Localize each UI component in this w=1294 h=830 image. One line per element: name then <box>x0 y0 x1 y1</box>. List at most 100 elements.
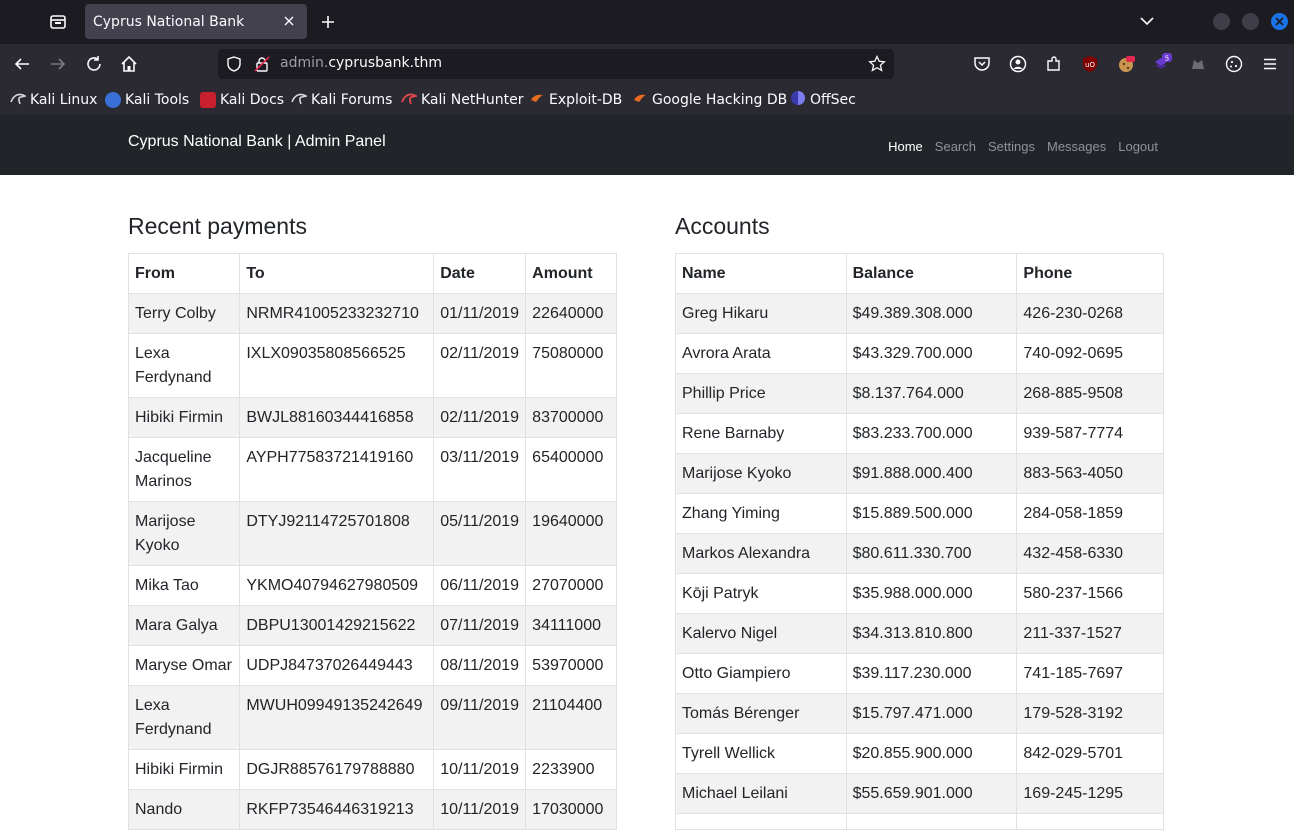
reload-icon[interactable] <box>82 52 106 76</box>
pocket-icon[interactable] <box>970 52 994 76</box>
close-icon[interactable] <box>279 11 299 31</box>
shield-icon[interactable] <box>226 56 242 76</box>
ublock-icon[interactable]: uO <box>1078 52 1102 76</box>
table-row: Otto Giampiero $39.117.230.000 741-185-769… <box>675 653 1164 694</box>
bookmark-label: Kali Tools <box>125 92 190 108</box>
table-cell: 740-092-0695 <box>1016 333 1164 374</box>
hacktools-icon[interactable]: 5 <box>1150 52 1174 76</box>
star-icon[interactable] <box>868 54 886 77</box>
minimize-button[interactable] <box>1213 13 1230 30</box>
bookmark-kali-linux[interactable]: Kali Linux <box>10 91 97 109</box>
table-cell: 169-245-1295 <box>1016 773 1164 814</box>
table-header-row: Name Balance Phone <box>675 253 1164 294</box>
bookmark-offsec[interactable]: OffSec <box>790 91 856 109</box>
table-row: Rene Barnaby $83.233.700.000 939-587-7774 <box>675 413 1164 454</box>
bookmark-google-hacking-db[interactable]: Google Hacking DB <box>632 91 787 109</box>
table-cell: $35.988.000.000 <box>845 573 1018 614</box>
nav-messages[interactable]: Messages <box>1047 139 1106 154</box>
firefox-view-icon[interactable] <box>46 10 70 34</box>
table-cell: Marijose Kyoko <box>127 501 241 566</box>
table-cell: Markos Alexandra <box>675 533 847 574</box>
table-row: Nando RKFP73546446319213 10/11/2019 1703000… <box>127 789 617 830</box>
table-cell: 284-058-1859 <box>1016 493 1164 534</box>
exploit-db-icon <box>529 90 545 110</box>
table-cell: 211-337-1527 <box>1016 613 1164 654</box>
table-row: Hibiki Firmin BWJL88160344416858 02/11/201… <box>127 397 617 438</box>
nav-home[interactable]: Home <box>888 139 923 154</box>
table-cell: Terry Colby <box>127 293 241 334</box>
nav-logout[interactable]: Logout <box>1118 139 1158 154</box>
table-cell: 02/11/2019 <box>433 397 527 438</box>
tab-active[interactable]: Cyprus National Bank <box>85 4 307 39</box>
table-cell <box>675 813 847 830</box>
table-cell: Tomás Bérenger <box>675 693 847 734</box>
lock-icon[interactable] <box>254 56 270 76</box>
table-cell: AYPH77583721419160 <box>239 437 435 502</box>
table-cell: YKMO40794627980509 <box>239 565 435 606</box>
forward-arrow-icon[interactable] <box>46 52 70 76</box>
bookmarks-toolbar: Kali Linux Kali Tools Kali Docs Kali For… <box>0 84 1294 115</box>
back-arrow-icon[interactable] <box>10 52 34 76</box>
table-row: Greg Hikaru $49.389.308.000 426-230-0268 <box>675 293 1164 334</box>
home-icon[interactable] <box>117 52 141 76</box>
bookmark-label: OffSec <box>810 92 856 108</box>
table-cell: 83700000 <box>525 397 617 438</box>
table-cell: 580-237-1566 <box>1016 573 1164 614</box>
table-row: Mika Tao YKMO40794627980509 06/11/2019 2707… <box>127 565 617 606</box>
bookmark-exploit-db[interactable]: Exploit-DB <box>529 91 622 109</box>
nav-search[interactable]: Search <box>935 139 976 154</box>
new-tab-icon[interactable] <box>316 10 340 34</box>
table-cell: 65400000 <box>525 437 617 502</box>
table-row: Zhang Yiming $15.889.500.000 284-058-1859 <box>675 493 1164 534</box>
table-cell: 27070000 <box>525 565 617 606</box>
column-header: Amount <box>525 253 617 294</box>
bookmark-kali-tools[interactable]: Kali Tools <box>105 91 189 109</box>
table-cell: 06/11/2019 <box>433 565 527 606</box>
table-row: Marijose Kyoko DTYJ92114725701808 05/11/20… <box>127 501 617 566</box>
table-cell: $34.313.810.800 <box>845 613 1018 654</box>
table-cell: Maryse Omar <box>127 645 241 686</box>
table-cell: Jacqueline Marinos <box>127 437 241 502</box>
bookmark-kali-forums[interactable]: Kali Forums <box>291 91 392 109</box>
column-header: Phone <box>1016 253 1164 294</box>
table-row: Mara Galya DBPU13001429215622 07/11/2019 34… <box>127 605 617 646</box>
offsec-icon <box>790 90 806 110</box>
table-row: Avrora Arata $43.329.700.000 740-092-0695 <box>675 333 1164 374</box>
bookmark-kali-nethunter[interactable]: Kali NetHunter <box>401 91 523 109</box>
table-row <box>675 813 1164 830</box>
chevron-down-icon[interactable] <box>1136 10 1158 32</box>
nethunter-icon <box>401 90 419 110</box>
svg-text:uO: uO <box>1085 61 1095 69</box>
table-cell: DBPU13001429215622 <box>239 605 435 646</box>
address-bar[interactable]: admin.cyprusbank.thm <box>218 49 894 79</box>
foxyproxy-icon[interactable] <box>1186 52 1210 76</box>
window-close-button[interactable] <box>1271 13 1288 30</box>
kali-dragon-icon <box>291 90 309 110</box>
nav-settings[interactable]: Settings <box>988 139 1035 154</box>
table-cell: $15.797.471.000 <box>845 693 1018 734</box>
cookie-extension-icon[interactable] <box>1114 52 1138 76</box>
column-header: Balance <box>845 253 1018 294</box>
table-row: Hibiki Firmin DGJR88576179788880 10/11/201… <box>127 749 617 790</box>
table-cell: 02/11/2019 <box>433 333 527 398</box>
table-cell: 10/11/2019 <box>433 749 527 790</box>
table-cell: $15.889.500.000 <box>845 493 1018 534</box>
cookie-icon[interactable] <box>1222 52 1246 76</box>
table-cell: 939-587-7774 <box>1016 413 1164 454</box>
site-brand[interactable]: Cyprus National Bank | Admin Panel <box>128 133 386 151</box>
table-cell: $43.329.700.000 <box>845 333 1018 374</box>
table-cell: Michael Leilani <box>675 773 847 814</box>
table-cell: Phillip Price <box>675 373 847 414</box>
maximize-button[interactable] <box>1242 13 1259 30</box>
table-row: Marijose Kyoko $91.888.000.400 883-563-405… <box>675 453 1164 494</box>
table-cell: 426-230-0268 <box>1016 293 1164 334</box>
bookmark-kali-docs[interactable]: Kali Docs <box>200 91 284 109</box>
menu-icon[interactable] <box>1258 52 1282 76</box>
bookmark-label: Kali Linux <box>30 92 98 108</box>
table-row: Maryse Omar UDPJ84737026449443 08/11/2019 5… <box>127 645 617 686</box>
table-cell: 03/11/2019 <box>433 437 527 502</box>
table-row: Terry Colby NRMR41005233232710 01/11/2019 2… <box>127 293 617 334</box>
table-cell: $49.389.308.000 <box>845 293 1018 334</box>
account-icon[interactable] <box>1006 52 1030 76</box>
extensions-icon[interactable] <box>1042 52 1066 76</box>
